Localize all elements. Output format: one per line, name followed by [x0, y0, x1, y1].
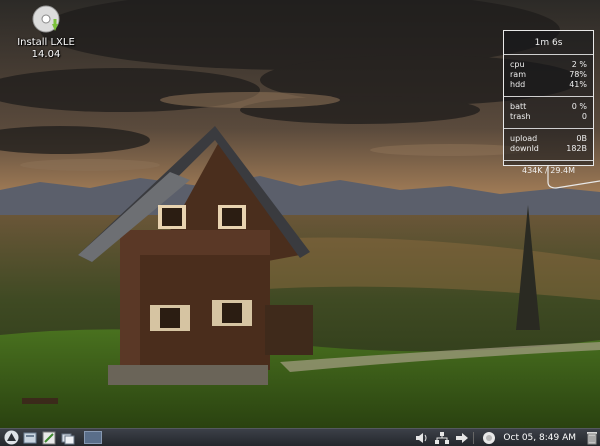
- install-lxle-desktop-icon[interactable]: Install LXLE 14.04: [10, 4, 82, 61]
- taskbar-clock[interactable]: Oct 05, 8:49 AM: [503, 433, 576, 443]
- text-editor-icon: [42, 431, 56, 444]
- stat-row: batt 0 %: [510, 102, 587, 111]
- stat-row: downld 182B: [510, 144, 587, 153]
- trash-icon: [587, 431, 597, 444]
- network-button[interactable]: [434, 430, 450, 446]
- taskbar: Oct 05, 8:49 AM: [0, 428, 600, 446]
- lxle-menu-button[interactable]: [3, 430, 19, 446]
- disc-icon: [32, 5, 60, 33]
- system-tray: Oct 05, 8:49 AM: [410, 430, 600, 446]
- trash-button[interactable]: [584, 430, 600, 446]
- file-manager-icon: [23, 432, 37, 443]
- conky-system-monitor: 1m 6s cpu 2 % ram 78% hdd 41% batt 0 % trash…: [503, 30, 594, 175]
- uptime: 1m 6s: [534, 38, 563, 48]
- file-manager-launcher[interactable]: [22, 430, 38, 446]
- stat-row: ram 78%: [510, 70, 587, 79]
- divider: [504, 128, 593, 129]
- divider: [504, 160, 593, 161]
- tray-separator: [473, 431, 475, 444]
- stat-row: upload 0B: [510, 134, 587, 143]
- stat-row: trash 0: [510, 112, 587, 121]
- arrow-icon: [456, 432, 469, 443]
- divider: [504, 96, 593, 97]
- text-editor-launcher[interactable]: [41, 430, 57, 446]
- install-lxle-label: Install LXLE 14.04: [17, 37, 75, 60]
- stat-row: cpu 2 %: [510, 60, 587, 69]
- taskbar-window-button[interactable]: [84, 431, 102, 444]
- conky-connector-line: [547, 166, 600, 189]
- show-desktop-launcher[interactable]: [60, 430, 76, 446]
- weather-icon: [483, 431, 496, 444]
- divider: [504, 54, 593, 55]
- volume-icon: [416, 432, 427, 443]
- arrow-button[interactable]: [454, 430, 470, 446]
- show-desktop-icon: [61, 433, 75, 444]
- network-icon: [435, 431, 450, 444]
- weather-button[interactable]: [481, 430, 497, 446]
- stat-row: hdd 41%: [510, 80, 587, 89]
- lxle-menu-icon: [4, 430, 18, 445]
- volume-button[interactable]: [414, 430, 430, 446]
